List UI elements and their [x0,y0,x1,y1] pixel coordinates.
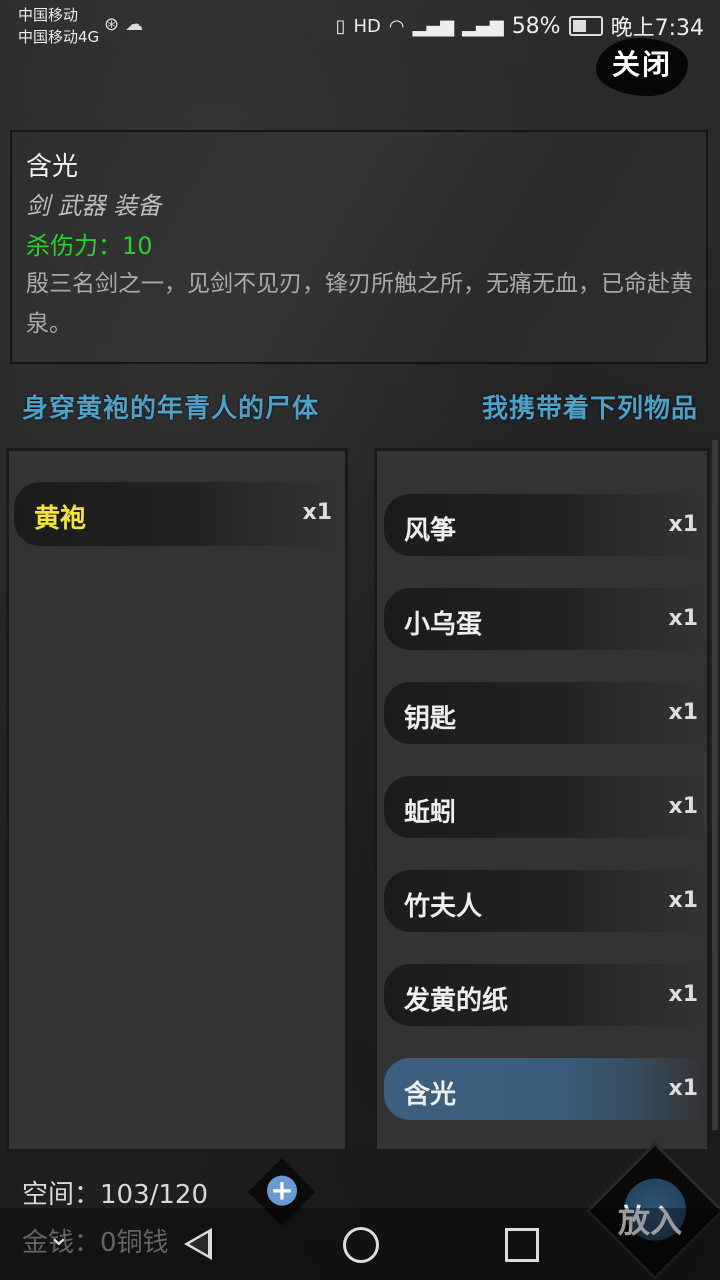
item-quantity: x1 [668,1076,699,1101]
item-label: 蚯蚓 [404,798,457,828]
item-label: 小乌蛋 [404,610,483,640]
inventory-item[interactable]: 小乌蛋 x1 [384,588,706,650]
close-button[interactable]: 关闭 [596,38,688,96]
inventory-item[interactable]: 竹夫人 x1 [384,870,706,932]
inventory-item[interactable]: 蚯蚓 x1 [384,776,706,838]
item-description: 殷三名剑之一，见剑不见刃，锋刃所触之所，无痛无血，已命赴黄泉。 [26,271,693,337]
scrollbar[interactable] [712,440,718,1130]
space-capacity: 空间：103/120 [22,1180,209,1210]
back-icon[interactable] [184,1228,212,1260]
battery-percent: 58% [511,13,561,39]
item-quantity: x1 [302,500,333,525]
item-quantity: x1 [668,794,699,819]
status-bar: 中国移动 中国移动4G ⊛☁ ▯ HD ◠ ▂▄▆ ▂▄▆ 58% 晚上7:34 [0,0,720,48]
item-quantity: x1 [668,606,699,631]
item-attack: 杀伤力：10 [26,232,153,260]
item-label: 钥匙 [404,704,457,734]
home-icon[interactable] [343,1227,379,1263]
item-label: 风筝 [404,516,457,546]
item-name: 含光 [26,152,79,182]
notification-icons: ⊛☁ [104,14,150,35]
item-quantity: x1 [668,700,699,725]
signal-4g-icon: ▂▄▆ [462,15,504,37]
inventory-item[interactable]: 风筝 x1 [384,494,706,556]
my-items-header: 我携带着下列物品 [481,394,698,424]
clock: 晚上7:34 [610,16,704,41]
inventory-item[interactable]: 钥匙 x1 [384,682,706,744]
carrier-name-2: 中国移动4G [18,28,100,46]
corpse-items-panel [6,448,348,1152]
hide-keyboard-icon[interactable]: ⌄ [48,1222,70,1252]
carrier-name-1: 中国移动 [18,6,79,24]
item-label: 含光 [404,1080,457,1110]
item-quantity: x1 [668,888,699,913]
recent-apps-icon[interactable] [505,1228,539,1262]
signal-icon: ▂▄▆ [412,15,455,37]
item-label: 发黄的纸 [404,986,509,1016]
item-label: 竹夫人 [404,892,483,922]
corpse-item[interactable]: 黄袍 x1 [14,482,340,546]
vibrate-icon: ▯ [335,15,346,37]
inventory-item[interactable]: 发黄的纸 x1 [384,964,706,1026]
item-label: 黄袍 [34,504,87,534]
item-quantity: x1 [668,512,699,537]
status-right: ▯ HD ◠ ▂▄▆ ▂▄▆ 58% 晚上7:34 [336,10,704,42]
item-info-panel: 含光 剑 武器 装备 杀伤力：10 殷三名剑之一，见剑不见刃，锋刃所触之所，无痛… [10,130,708,364]
item-quantity: x1 [668,982,699,1007]
battery-icon [568,16,603,36]
inventory-item-selected[interactable]: 含光 x1 [384,1058,706,1120]
corpse-header: 身穿黄袍的年青人的尸体 [22,394,320,424]
item-category: 剑 武器 装备 [26,192,162,220]
plus-icon: + [267,1174,297,1207]
hd-icon: HD [353,15,381,37]
wifi-icon: ◠ [388,15,405,37]
navigation-bar: ⌄ [0,1208,720,1280]
